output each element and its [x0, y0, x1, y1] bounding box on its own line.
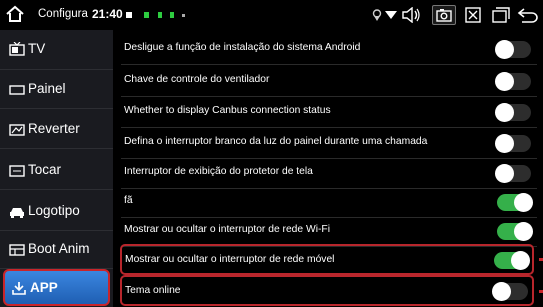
toggle-switch[interactable] — [495, 164, 531, 183]
setting-row[interactable]: Interruptor de exibição do protetor de t… — [121, 157, 537, 189]
sidebar-item-label: Reverter — [28, 121, 80, 136]
app-icon — [11, 281, 27, 295]
sidebar-item-tv[interactable]: TV — [0, 30, 113, 70]
sidebar-item-label: Tocar — [28, 162, 62, 177]
toggle-knob — [492, 282, 511, 301]
sidebar-item-label: APP — [30, 280, 58, 295]
highlight-marker — [539, 258, 543, 261]
reverse-camera-icon — [9, 123, 25, 137]
setting-label: Tema online — [125, 285, 181, 296]
sidebar-item-app[interactable]: APP — [3, 269, 110, 306]
toggle-switch[interactable] — [495, 103, 531, 122]
sidebar-item-label: TV — [28, 41, 46, 56]
toggle-knob — [514, 193, 533, 212]
toggle-knob — [495, 40, 514, 59]
toggle-switch[interactable] — [492, 282, 528, 301]
notification-icon — [126, 12, 132, 18]
sidebar-item-boot-anim[interactable]: Boot Anim — [0, 230, 113, 269]
toggle-knob — [495, 164, 514, 183]
setting-row[interactable]: Whether to display Canbus connection sta… — [121, 96, 537, 128]
car-logo-icon — [9, 205, 25, 219]
setting-label: Chave de controle do ventilador — [124, 74, 270, 85]
setting-label: fã — [124, 195, 133, 206]
toggle-switch[interactable] — [495, 72, 531, 91]
toggle-knob — [511, 251, 530, 270]
app-title: Configura — [38, 8, 88, 20]
setting-label: Desligue a função de instalação do siste… — [124, 42, 361, 53]
highlight-marker — [539, 290, 543, 293]
sidebar-item-reverter[interactable]: Reverter — [0, 109, 113, 149]
toggle-switch[interactable] — [497, 193, 533, 212]
sidebar-item-label: Logotipo — [28, 203, 80, 218]
setting-row[interactable]: Defina o interruptor branco da luz do pa… — [121, 127, 537, 159]
sidebar-item-painel[interactable]: Painel — [0, 68, 113, 109]
panel-icon — [9, 83, 25, 97]
touch-icon — [9, 164, 25, 178]
toggle-switch[interactable] — [494, 251, 530, 270]
notification-icon — [144, 12, 149, 18]
notification-dot-icon — [182, 14, 185, 17]
toggle-knob — [514, 222, 533, 241]
toggle-switch[interactable] — [495, 40, 531, 59]
setting-label: Mostrar ou ocultar o interruptor de rede… — [125, 254, 335, 265]
sidebar-item-label: Painel — [28, 81, 66, 96]
back-icon[interactable] — [516, 5, 540, 25]
toggle-switch[interactable] — [497, 222, 533, 241]
sidebar-item-tocar[interactable]: Tocar — [0, 149, 113, 190]
close-app-icon[interactable] — [462, 5, 484, 25]
clock: 21:40 — [92, 7, 123, 21]
sidebar: TV Painel Reverter Tocar Logotipo Boot A… — [0, 30, 113, 307]
setting-label: Whether to display Canbus connection sta… — [124, 105, 331, 116]
sidebar-item-label: Boot Anim — [28, 241, 90, 256]
toggle-knob — [495, 134, 514, 153]
screenshot-icon[interactable] — [432, 5, 456, 25]
toggle-knob — [495, 103, 514, 122]
sidebar-item-logotipo[interactable]: Logotipo — [0, 190, 113, 231]
home-icon[interactable] — [5, 4, 25, 24]
location-icon — [370, 5, 384, 25]
setting-label: Mostrar ou ocultar o interruptor de rede… — [124, 224, 331, 235]
toggle-knob — [495, 72, 514, 91]
volume-icon[interactable] — [400, 5, 422, 25]
boot-anim-icon — [9, 243, 25, 257]
tv-icon — [9, 41, 25, 56]
settings-list: Desligue a função de instalação do siste… — [113, 30, 543, 307]
setting-label: Interruptor de exibição do protetor de t… — [124, 166, 313, 177]
notification-icon — [170, 12, 174, 18]
setting-row[interactable]: Chave de controle do ventilador — [121, 65, 537, 97]
setting-row-highlighted[interactable]: Mostrar ou ocultar o interruptor de rede… — [120, 244, 534, 275]
setting-row[interactable]: Mostrar ou ocultar o interruptor de rede… — [121, 215, 537, 247]
toggle-switch[interactable] — [495, 134, 531, 153]
setting-label: Defina o interruptor branco da luz do pa… — [124, 136, 428, 147]
recent-apps-icon[interactable] — [490, 5, 512, 25]
setting-row-highlighted[interactable]: Tema online — [120, 275, 534, 306]
status-bar: Configura 21:40 — [0, 0, 543, 30]
notification-icon — [158, 12, 162, 18]
wifi-icon — [384, 5, 398, 25]
setting-row[interactable]: fã — [121, 186, 537, 218]
setting-row[interactable]: Desligue a função de instalação do siste… — [121, 33, 537, 65]
